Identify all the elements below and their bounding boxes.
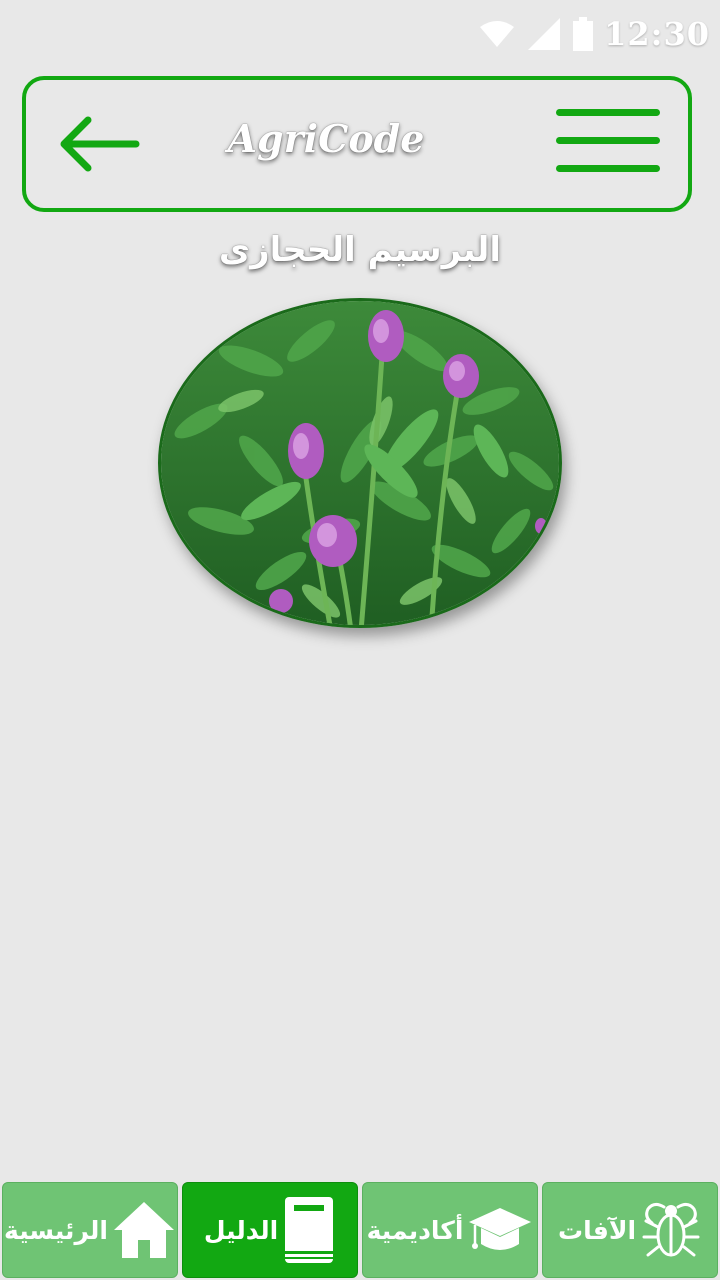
status-icons: 12:30 <box>478 12 710 56</box>
hamburger-menu-icon <box>556 109 660 172</box>
status-time: 12:30 <box>604 15 710 53</box>
nav-tab-label: الآفات <box>557 1215 637 1245</box>
bottom-nav: الآفات أكاديمية الدليل الرئيسية <box>0 1180 720 1280</box>
app-title: AgriCode <box>227 116 425 161</box>
back-button[interactable] <box>56 112 140 176</box>
nav-tab-guide[interactable]: الدليل <box>182 1182 358 1278</box>
status-bar: 12:30 <box>0 0 720 64</box>
book-icon <box>285 1197 334 1263</box>
nav-tab-pests[interactable]: الآفات <box>542 1182 718 1278</box>
wifi-icon <box>480 21 515 47</box>
home-icon <box>113 1202 174 1258</box>
cell-signal-icon <box>528 18 561 50</box>
nav-tab-home[interactable]: الرئيسية <box>2 1182 178 1278</box>
alfalfa-illustration <box>161 301 559 625</box>
bug-icon <box>642 1202 700 1257</box>
battery-icon <box>573 17 594 51</box>
nav-tab-label: الرئيسية <box>4 1215 108 1245</box>
arrow-left-icon <box>60 116 140 172</box>
plant-image <box>158 298 562 628</box>
menu-button[interactable] <box>556 108 660 172</box>
nav-tab-label: أكاديمية <box>366 1215 464 1245</box>
nav-tab-label: الدليل <box>203 1215 279 1245</box>
nav-tab-academy[interactable]: أكاديمية <box>362 1182 538 1278</box>
app-header: AgriCode <box>22 76 692 212</box>
graduation-cap-icon <box>469 1208 532 1250</box>
page-title: البرسيم الحجازى <box>218 230 502 270</box>
